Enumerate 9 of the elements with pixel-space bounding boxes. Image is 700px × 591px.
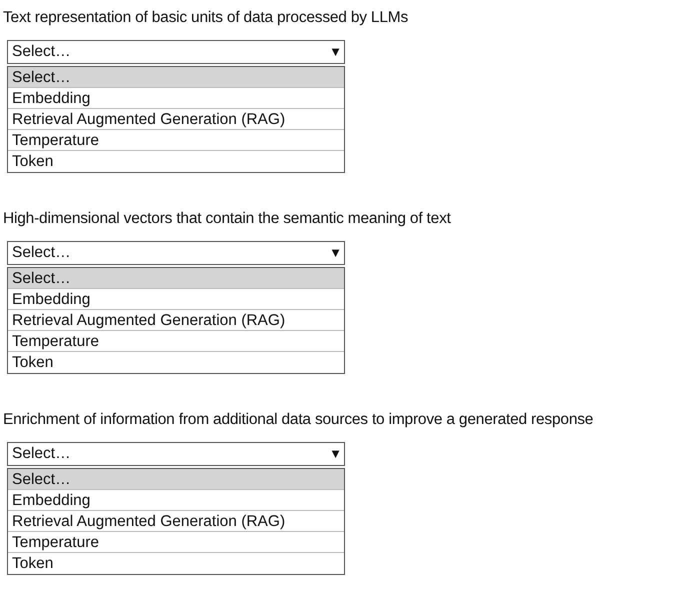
select-dropdown[interactable]: Select… ▼ [7, 241, 345, 265]
dropdown-option[interactable]: Select… [8, 67, 344, 88]
question-prompt: High-dimensional vectors that contain the semantic meaning of text [2, 209, 452, 229]
question-prompt: Text representation of basic units of data processed by LLMs [2, 8, 410, 28]
question-prompt: Enrichment of information from additional data sources to improve a generated response [2, 410, 594, 430]
select-dropdown[interactable]: Select… ▼ [7, 40, 345, 64]
dropdown-option[interactable]: Select… [8, 268, 344, 289]
dropdown-option[interactable]: Select… [8, 469, 344, 490]
select-dropdown[interactable]: Select… ▼ [7, 442, 345, 466]
